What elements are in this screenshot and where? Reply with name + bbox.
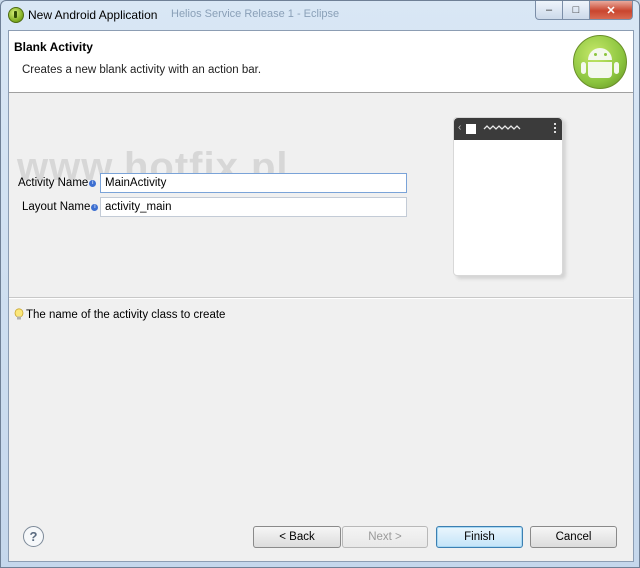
back-button[interactable]: < Back [253,526,341,548]
close-button[interactable]: ✕ [590,1,633,20]
hint-message: The name of the activity class to create [14,308,225,321]
app-icon-placeholder [466,124,476,134]
cancel-button[interactable]: Cancel [530,526,617,548]
info-icon: i [91,204,99,211]
page-description: Creates a new blank activity with an act… [22,64,262,76]
minimize-button[interactable]: – [535,1,563,20]
background-window-title: Helios Service Release 1 - Eclipse [171,8,340,20]
chevron-left-icon: ‹ [458,122,462,133]
finish-button[interactable]: Finish [436,526,523,548]
android-robot-logo-icon [573,35,627,89]
window-title: New Android Application [28,8,158,22]
hint-text: The name of the activity class to create [26,309,226,321]
layout-name-label: Layout Name i [22,201,99,213]
activity-name-label: Activity Name i [18,177,97,189]
preview-action-bar: ‹ [454,118,562,140]
lightbulb-icon [14,308,24,320]
overflow-menu-icon [554,123,556,135]
next-button[interactable]: Next > [342,526,428,548]
activity-name-input[interactable]: MainActivity [100,173,407,193]
maximize-button[interactable]: □ [563,1,590,20]
title-bar[interactable]: New Android Application Helios Service R… [1,1,639,29]
info-icon: i [89,180,97,187]
title-placeholder-icon [483,125,521,130]
page-title: Blank Activity [14,40,93,54]
divider [9,297,633,299]
android-adt-icon [8,7,24,23]
wizard-header: Blank Activity Creates a new blank activ… [9,31,633,93]
layout-name-input[interactable]: activity_main [100,197,407,217]
activity-preview: ‹ [453,117,563,276]
window-controls: – □ ✕ [535,1,633,21]
wizard-content: Blank Activity Creates a new blank activ… [8,30,634,562]
help-icon[interactable]: ? [23,526,44,547]
wizard-window: New Android Application Helios Service R… [0,0,640,568]
